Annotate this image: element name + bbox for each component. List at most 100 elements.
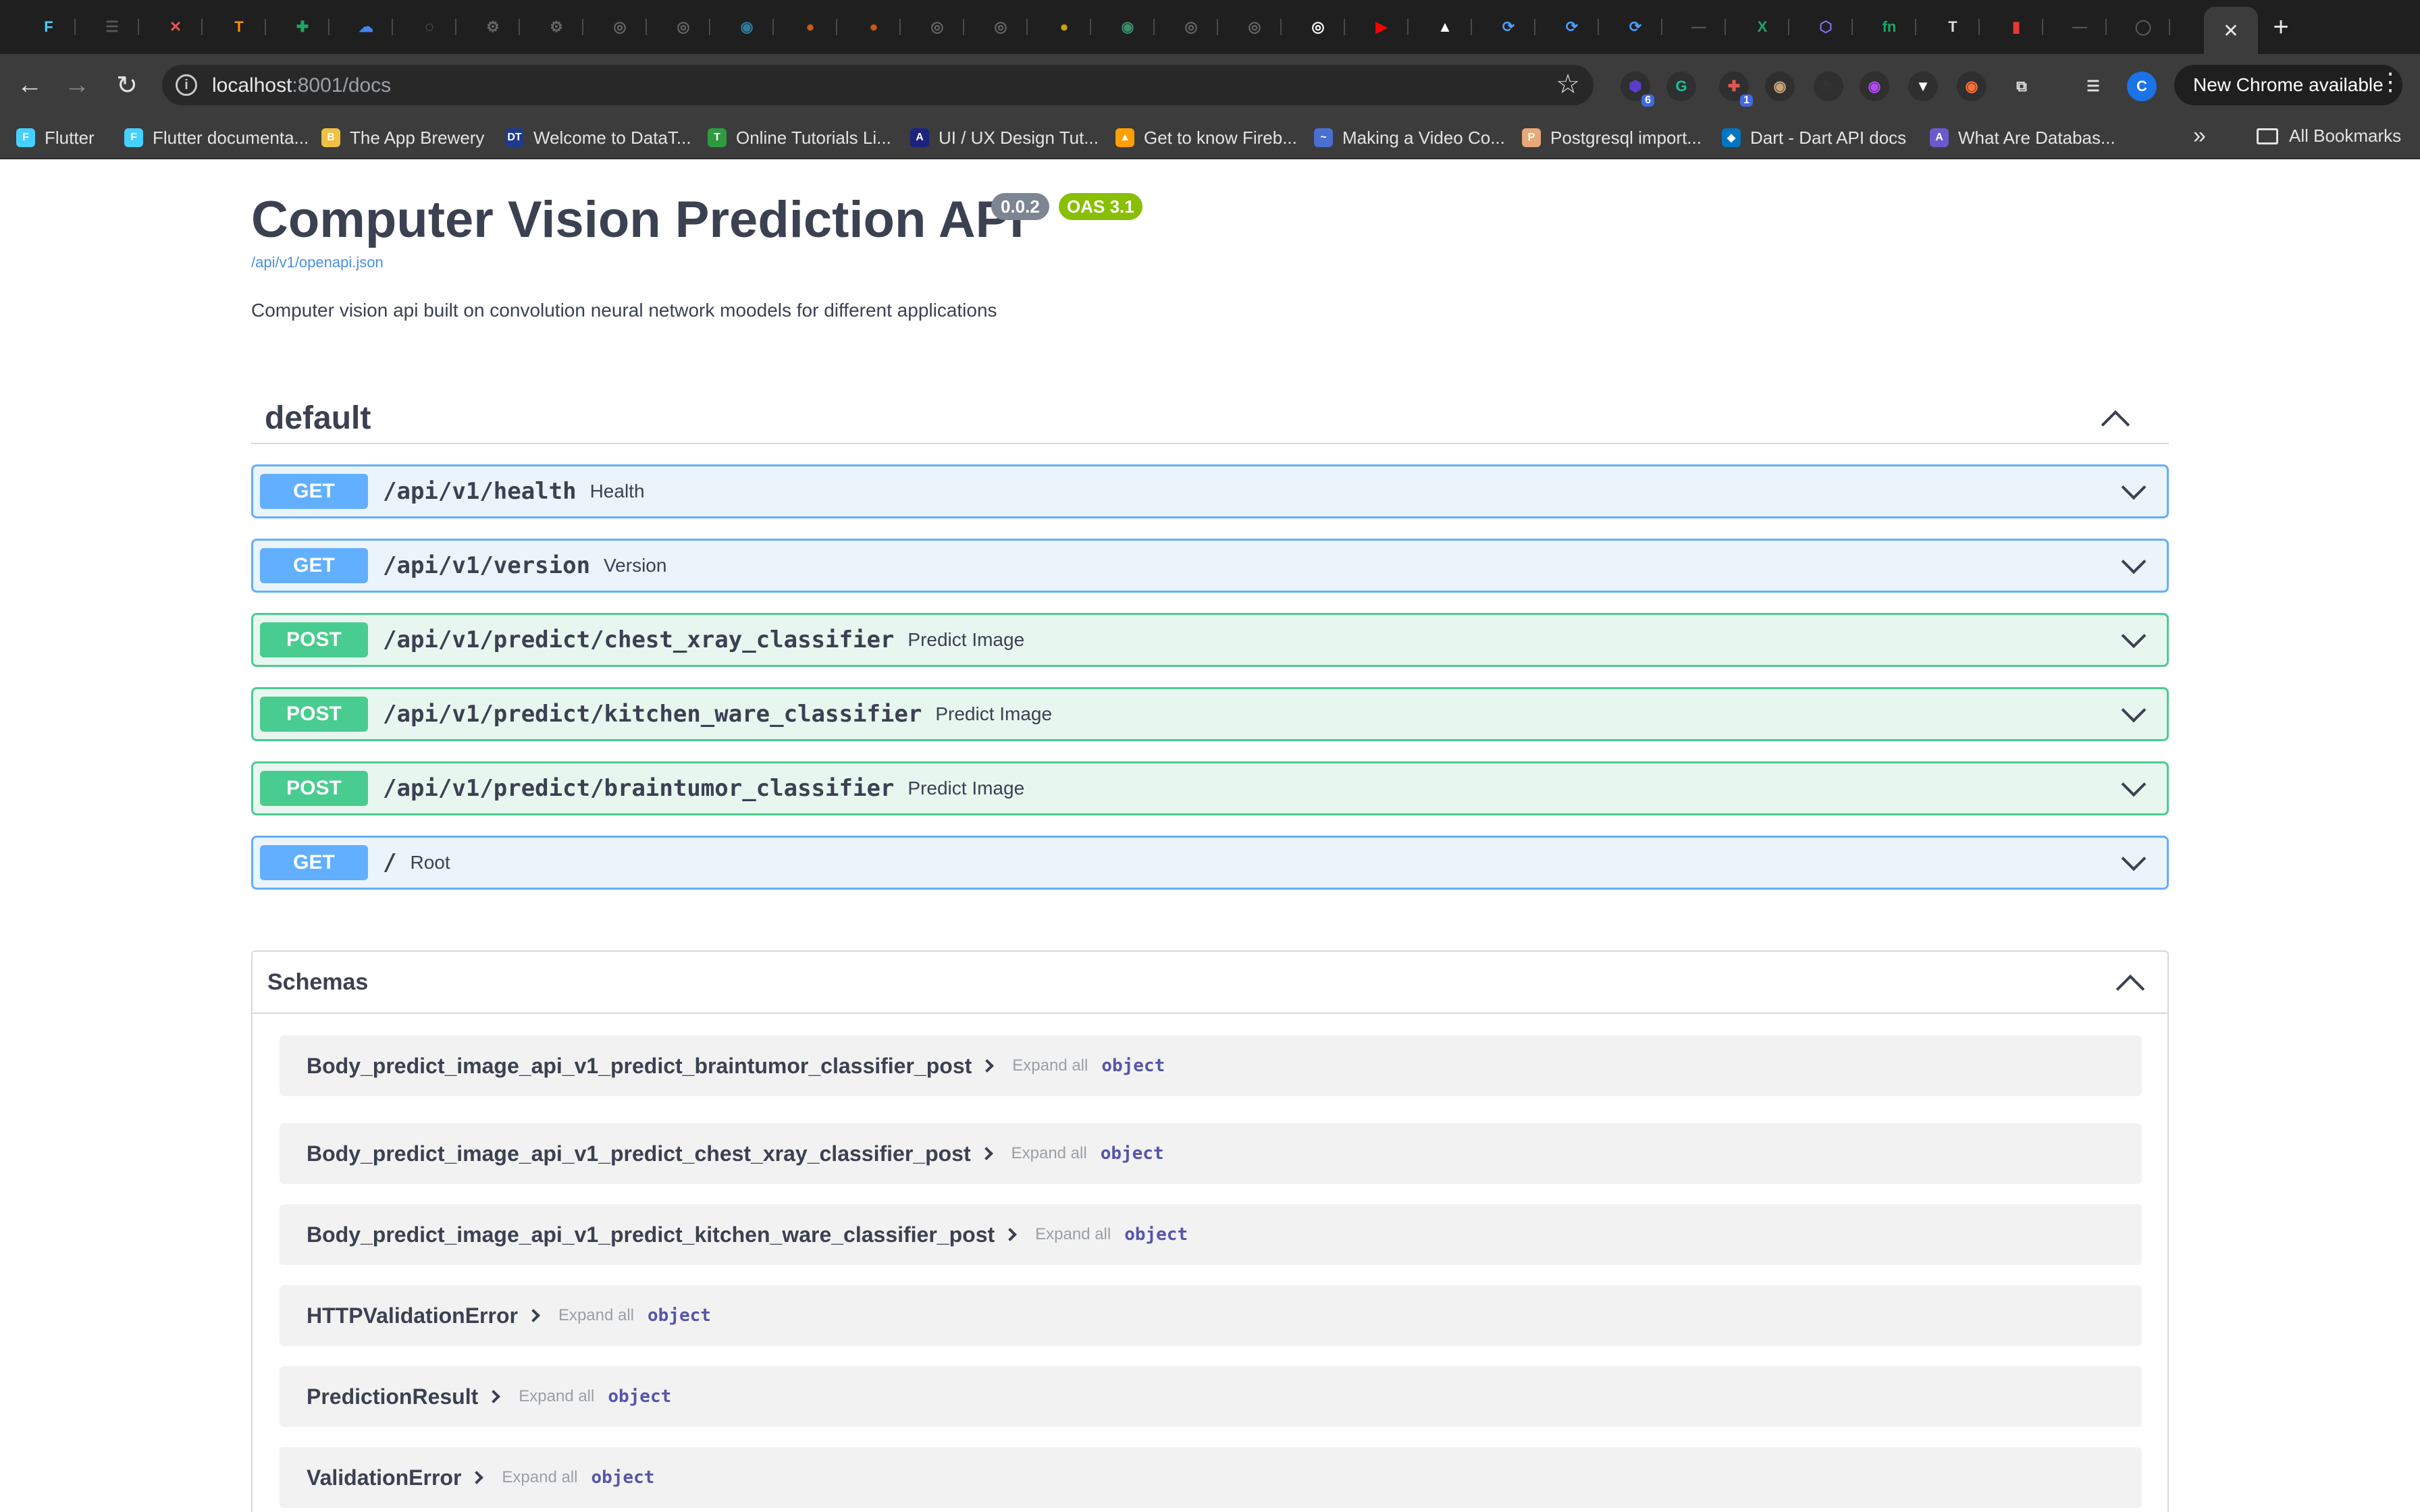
collapse-chevron-icon[interactable] — [2115, 974, 2145, 1004]
browser-tab[interactable]: ◉ — [1101, 9, 1155, 45]
browser-tab[interactable]: ⟳ — [1608, 9, 1662, 45]
bookmark-item[interactable]: F Flutter — [16, 126, 95, 150]
bookmark-star-icon[interactable]: ☆ — [1556, 69, 1580, 100]
owl-icon[interactable]: ◉ — [1765, 72, 1795, 101]
extension-icon[interactable]: ◉ — [1860, 72, 1889, 101]
expand-chevron-icon[interactable] — [2121, 475, 2147, 500]
extension-icon[interactable]: ✚ 1 — [1719, 72, 1753, 107]
default-section-header[interactable]: default — [251, 390, 2169, 444]
model-name[interactable]: HTTPValidationError — [307, 1303, 518, 1328]
expand-all-link[interactable]: Expand all — [558, 1306, 634, 1325]
browser-tab[interactable]: — — [2053, 9, 2107, 45]
expand-chevron-icon[interactable] — [2121, 772, 2147, 797]
expand-all-link[interactable]: Expand all — [502, 1468, 577, 1487]
back-button[interactable]: ← — [11, 66, 49, 104]
chevron-right-icon[interactable] — [979, 1147, 993, 1160]
expand-chevron-icon[interactable] — [2121, 846, 2147, 871]
new-tab-button[interactable]: + — [2261, 9, 2301, 45]
chevron-right-icon[interactable] — [980, 1059, 995, 1073]
browser-tab[interactable]: ⬡ — [1799, 9, 1853, 45]
browser-tab[interactable]: ⚙ — [466, 9, 520, 45]
schema-model[interactable]: Body_predict_image_api_v1_predict_kitche… — [280, 1204, 2142, 1265]
bookmark-item[interactable]: DT Welcome to DataT... — [505, 126, 691, 150]
close-tab-icon[interactable]: ✕ — [2223, 20, 2238, 42]
puzzle-icon[interactable]: ⧉ — [2007, 72, 2036, 101]
bookmark-item[interactable]: F Flutter documenta... — [124, 126, 309, 150]
browser-tab[interactable]: ◎ — [593, 9, 647, 45]
browser-tab[interactable]: ● — [847, 9, 901, 45]
browser-tab[interactable]: ● — [1037, 9, 1091, 45]
expand-chevron-icon[interactable] — [2121, 549, 2147, 574]
collapse-chevron-icon[interactable] — [2101, 410, 2130, 439]
bookmark-item[interactable]: T Online Tutorials Li... — [708, 126, 891, 150]
firefox-icon[interactable]: ◉ — [1957, 72, 1987, 101]
browser-tab[interactable]: ▮ — [1989, 9, 2043, 45]
browser-tab[interactable]: ▲ — [1418, 9, 1472, 45]
expand-chevron-icon[interactable] — [2121, 697, 2147, 723]
openapi-json-link[interactable]: /api/v1/openapi.json — [251, 254, 384, 271]
chevron-right-icon[interactable] — [470, 1471, 484, 1484]
schema-model[interactable]: Body_predict_image_api_v1_predict_braint… — [280, 1035, 2142, 1096]
expand-all-link[interactable]: Expand all — [1035, 1225, 1111, 1244]
browser-tab[interactable]: ◎ — [1291, 9, 1345, 45]
extension-icon[interactable]: ⬢ 6 — [1621, 72, 1654, 107]
browser-tab[interactable]: fn — [1862, 9, 1916, 45]
browser-tab[interactable]: T — [212, 9, 266, 45]
browser-tab[interactable]: ✚ — [275, 9, 330, 45]
browser-tab[interactable]: ◎ — [974, 9, 1028, 45]
schema-model[interactable]: HTTPValidationError Expand all object — [280, 1285, 2142, 1346]
browser-tab[interactable]: ⚙ — [529, 9, 583, 45]
browser-tab[interactable]: ✕ — [149, 9, 203, 45]
browser-tab[interactable]: ◯ — [2116, 9, 2170, 45]
browser-tab[interactable]: T — [1926, 9, 1980, 45]
operation-row[interactable]: GET/api/v1/health Health — [251, 464, 2169, 518]
profile-icon[interactable]: C — [2127, 72, 2157, 101]
schemas-header[interactable]: Schemas — [253, 952, 2167, 1014]
browser-tab[interactable]: ◉ — [720, 9, 774, 45]
expand-chevron-icon[interactable] — [2121, 623, 2147, 649]
forward-button[interactable]: → — [58, 66, 96, 104]
model-name[interactable]: Body_predict_image_api_v1_predict_chest_… — [307, 1141, 971, 1166]
shop-icon[interactable]: ▼ — [1908, 72, 1938, 101]
browser-tab[interactable]: ◎ — [910, 9, 964, 45]
schema-model[interactable]: ValidationError Expand all object — [280, 1447, 2142, 1508]
bookmark-item[interactable]: ▲ Get to know Fireb... — [1115, 126, 1297, 150]
media-icon[interactable]: ☰ — [2078, 72, 2108, 101]
browser-tab[interactable]: ▶ — [1354, 9, 1409, 45]
model-name[interactable]: ValidationError — [307, 1465, 461, 1490]
model-name[interactable]: PredictionResult — [307, 1384, 478, 1409]
browser-tab[interactable]: ☰ — [85, 9, 139, 45]
operation-row[interactable]: POST/api/v1/predict/braintumor_classifie… — [251, 761, 2169, 815]
browser-tab[interactable]: ◌ — [402, 9, 456, 45]
grammarly-icon[interactable]: G — [1666, 72, 1696, 101]
schema-model[interactable]: Body_predict_image_api_v1_predict_chest_… — [280, 1123, 2142, 1184]
chevron-right-icon[interactable] — [487, 1390, 501, 1403]
all-bookmarks-button[interactable]: All Bookmarks — [2257, 126, 2401, 146]
operation-row[interactable]: POST/api/v1/predict/chest_xray_classifie… — [251, 613, 2169, 667]
operation-row[interactable]: POST/api/v1/predict/kitchen_ware_classif… — [251, 687, 2169, 741]
active-tab[interactable]: ✕ — [2204, 7, 2258, 54]
model-name[interactable]: Body_predict_image_api_v1_predict_braint… — [307, 1054, 972, 1079]
more-bookmarks-button[interactable]: » — [2193, 123, 2206, 149]
model-name[interactable]: Body_predict_image_api_v1_predict_kitche… — [307, 1222, 995, 1247]
schema-model[interactable]: PredictionResult Expand all object — [280, 1366, 2142, 1427]
bookmark-item[interactable]: ~ Making a Video Co... — [1314, 126, 1505, 150]
browser-tab[interactable]: ⟳ — [1481, 9, 1535, 45]
chevron-right-icon[interactable] — [527, 1309, 540, 1322]
expand-all-link[interactable]: Expand all — [519, 1387, 594, 1406]
expand-all-link[interactable]: Expand all — [1012, 1056, 1088, 1075]
bookmark-item[interactable]: A What Are Databas... — [1930, 126, 2115, 150]
bookmark-item[interactable]: P Postgresql import... — [1522, 126, 1702, 150]
bookmark-item[interactable]: A UI / UX Design Tut... — [910, 126, 1099, 150]
address-bar[interactable]: i localhost:8001/docs ☆ — [162, 65, 1594, 105]
bookmark-item[interactable]: ◆ Dart - Dart API docs — [1722, 126, 1906, 150]
bookmark-item[interactable]: B The App Brewery — [321, 126, 484, 150]
operation-row[interactable]: GET / Root — [251, 836, 2169, 890]
browser-tab[interactable]: — — [1672, 9, 1726, 45]
update-chrome-button[interactable]: New Chrome available — [2174, 65, 2402, 105]
operation-row[interactable]: GET/api/v1/version Version — [251, 539, 2169, 593]
browser-tab[interactable]: F — [22, 9, 76, 45]
browser-tab[interactable]: ☁ — [339, 9, 393, 45]
browser-tab[interactable]: ◎ — [1228, 9, 1282, 45]
browser-tab[interactable]: X — [1735, 9, 1789, 45]
